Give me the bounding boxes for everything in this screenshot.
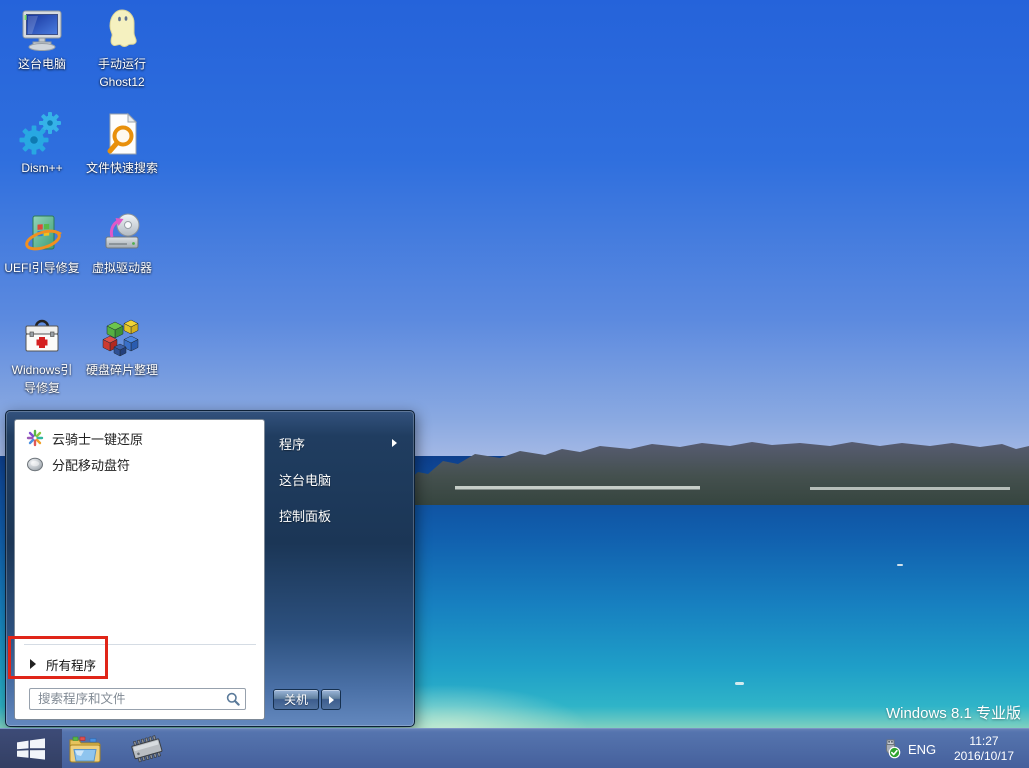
desktop-icon-label: Dism++ (2, 161, 82, 176)
start-menu-item-label: 这台电脑 (279, 470, 331, 489)
desktop-icon-label: 导修复 (2, 381, 82, 396)
safely-remove-usb-icon[interactable] (880, 738, 902, 760)
start-menu-item-yunqishi[interactable]: 云骑士一键还原 (21, 425, 259, 451)
start-menu-right-panel: 程序 这台电脑 控制面板 关机 (265, 419, 410, 720)
shutdown-options-button[interactable] (321, 689, 341, 710)
start-menu-item-assign-drive-letter[interactable]: 分配移动盘符 (21, 451, 259, 477)
desktop-icon-virtual-drive[interactable]: 虚拟驱动器 (82, 210, 162, 279)
this-pc-icon (18, 6, 66, 54)
desktop-icon-this-pc[interactable]: 这台电脑 (2, 6, 82, 75)
uefi-repair-icon (18, 210, 66, 258)
desktop-icon-windows-boot-repair[interactable]: Widnows引 导修复 (2, 312, 82, 396)
file-explorer-icon (68, 734, 102, 764)
shutdown-options-arrow-icon (329, 696, 334, 704)
start-menu: 云骑士一键还原 分配移动盘符 所有程序 (5, 410, 415, 727)
desktop-icon-defrag[interactable]: 硬盘碎片整理 (82, 312, 162, 381)
search-input[interactable] (29, 688, 246, 710)
defrag-cubes-icon (98, 312, 146, 360)
start-menu-item-label: 云骑士一键还原 (52, 429, 143, 448)
desktop-icon-dism[interactable]: Dism++ (2, 110, 82, 179)
desktop-icon-label: 手动运行 (82, 57, 162, 72)
wallpaper-shallow-water (380, 640, 710, 730)
desktop-icon-label: UEFI引导修复 (2, 261, 82, 276)
taskbar-chip-tool-button[interactable] (126, 729, 170, 768)
desktop-icon-label: 虚拟驱动器 (82, 261, 162, 276)
clock-date: 2016/10/17 (944, 749, 1024, 764)
search-icon (226, 692, 240, 706)
clock[interactable]: 11:27 2016/10/17 (944, 734, 1024, 764)
start-menu-item-label: 分配移动盘符 (52, 455, 130, 474)
desktop-icon-label: 硬盘碎片整理 (82, 363, 162, 378)
language-indicator[interactable]: ENG (908, 729, 936, 768)
toolbox-icon (18, 312, 66, 360)
windows-edition-watermark: Windows 8.1 专业版 (886, 702, 1021, 723)
desktop-icon-label: Widnows引 (2, 363, 82, 378)
windows-logo-icon (16, 738, 46, 760)
start-menu-item-this-pc[interactable]: 这台电脑 (265, 467, 408, 491)
desktop-icon-uefi-repair[interactable]: UEFI引导修复 (2, 210, 82, 279)
memory-chip-icon (129, 733, 167, 765)
start-menu-item-programs[interactable]: 程序 (265, 431, 408, 455)
start-button[interactable] (0, 729, 62, 768)
start-menu-item-control-panel[interactable]: 控制面板 (265, 503, 408, 527)
submenu-arrow-icon (392, 439, 397, 447)
file-search-icon (98, 110, 146, 158)
ghost-icon (98, 6, 146, 54)
disk-icon (26, 455, 44, 473)
desktop-icon-label: Ghost12 (82, 75, 162, 90)
start-menu-item-label: 控制面板 (279, 506, 331, 525)
gears-icon (18, 110, 66, 158)
mountain-ridge (380, 425, 1029, 505)
start-menu-item-label: 程序 (279, 434, 305, 453)
annotation-highlight-box (8, 636, 108, 679)
shutdown-group: 关机 (273, 689, 341, 710)
desktop-icon-label: 文件快速搜索 (82, 161, 162, 176)
desktop: Windows 8.1 专业版 这台电脑 手动运行 Ghost12 (0, 0, 1029, 768)
desktop-icon-ghost12[interactable]: 手动运行 Ghost12 (82, 6, 162, 90)
virtual-drive-icon (98, 210, 146, 258)
desktop-icon-file-search[interactable]: 文件快速搜索 (82, 110, 162, 179)
sea-speck (897, 564, 903, 566)
taskbar: ENG 11:27 2016/10/17 (0, 728, 1029, 768)
start-search (29, 688, 246, 710)
sea-speck (735, 682, 744, 685)
clock-time: 11:27 (944, 734, 1024, 749)
pinwheel-icon (26, 429, 44, 447)
taskbar-file-explorer-button[interactable] (64, 729, 106, 768)
shutdown-button[interactable]: 关机 (273, 689, 319, 710)
desktop-icon-label: 这台电脑 (2, 57, 82, 72)
